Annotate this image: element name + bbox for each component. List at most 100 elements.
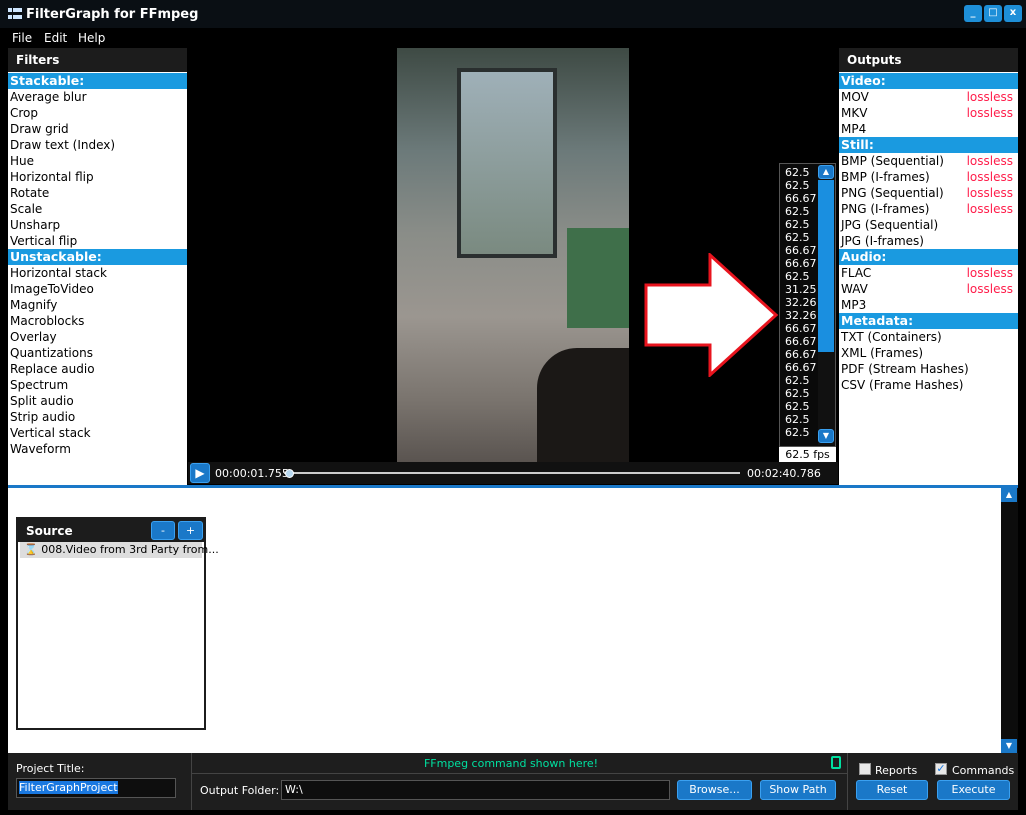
item-label: Overlay bbox=[10, 330, 57, 344]
frame-rate-item[interactable]: 66.67 bbox=[780, 257, 820, 270]
minimize-button[interactable]: _ bbox=[964, 5, 982, 22]
filter-item-magnify[interactable]: Magnify bbox=[8, 297, 187, 313]
frame-rate-item[interactable]: 62.5 bbox=[780, 179, 820, 192]
filter-item-horizontal-flip[interactable]: Horizontal flip bbox=[8, 169, 187, 185]
frame-rate-item[interactable]: 66.67 bbox=[780, 348, 820, 361]
frame-rate-item[interactable]: 62.5 bbox=[780, 166, 820, 179]
play-button[interactable]: ▶ bbox=[190, 463, 210, 483]
output-item-jpg-i-frames[interactable]: JPG (I-frames) bbox=[839, 233, 1018, 249]
source-node[interactable]: Source - + ⌛ 008.Video from 3rd Party fr… bbox=[16, 517, 219, 730]
source-item[interactable]: ⌛ 008.Video from 3rd Party from... bbox=[20, 542, 219, 558]
category-metadata: Metadata: bbox=[839, 313, 1018, 329]
item-label: JPG (Sequential) bbox=[841, 218, 939, 232]
frame-rate-item[interactable]: 62.5 bbox=[780, 218, 820, 231]
frame-rate-item[interactable]: 62.5 bbox=[780, 270, 820, 283]
item-label: MP4 bbox=[841, 122, 867, 136]
filter-item-replace-audio[interactable]: Replace audio bbox=[8, 361, 187, 377]
output-item-mp3[interactable]: MP3 bbox=[839, 297, 1018, 313]
seek-slider[interactable] bbox=[284, 472, 740, 474]
output-item-mkv[interactable]: MKV lossless bbox=[839, 105, 1018, 121]
output-item-bmp-sequential[interactable]: BMP (Sequential) lossless bbox=[839, 153, 1018, 169]
filter-item-spectrum[interactable]: Spectrum bbox=[8, 377, 187, 393]
filter-item-hue[interactable]: Hue bbox=[8, 153, 187, 169]
output-item-mov[interactable]: MOV lossless bbox=[839, 89, 1018, 105]
current-time: 00:00:01.755 bbox=[215, 467, 289, 480]
copy-icon[interactable] bbox=[831, 756, 841, 769]
output-folder-input[interactable]: W:\ bbox=[281, 780, 670, 800]
frame-rate-item[interactable]: 66.67 bbox=[780, 322, 820, 335]
output-item-jpg-sequential[interactable]: JPG (Sequential) bbox=[839, 217, 1018, 233]
output-item-txt-containers[interactable]: TXT (Containers) bbox=[839, 329, 1018, 345]
frame-rate-list[interactable]: 62.5 62.5 66.67 62.5 62.5 62.5 66.67 66.67 62.5 3… bbox=[779, 163, 836, 447]
filter-item-macroblocks[interactable]: Macroblocks bbox=[8, 313, 187, 329]
playback-bar: ▶ 00:00:01.755 00:02:40.786 bbox=[188, 462, 838, 484]
menu-help[interactable]: Help bbox=[78, 31, 105, 45]
frame-rate-item[interactable]: 62.5 bbox=[780, 387, 820, 400]
filter-item-vertical-flip[interactable]: Vertical flip bbox=[8, 233, 187, 249]
filter-item-vertical-stack[interactable]: Vertical stack bbox=[8, 425, 187, 441]
canvas-scrollbar[interactable]: ▲ ▼ bbox=[1001, 488, 1018, 753]
filter-item-imagetovideo[interactable]: ImageToVideo bbox=[8, 281, 187, 297]
scroll-down-button[interactable]: ▼ bbox=[1001, 739, 1017, 753]
browse-button[interactable]: Browse... bbox=[677, 780, 752, 800]
frame-rate-item[interactable]: 32.26 bbox=[780, 309, 820, 322]
output-item-csv-frame-hashes[interactable]: CSV (Frame Hashes) bbox=[839, 377, 1018, 393]
filter-item-overlay[interactable]: Overlay bbox=[8, 329, 187, 345]
reports-checkbox[interactable] bbox=[859, 763, 871, 775]
menu-file[interactable]: File bbox=[12, 31, 32, 45]
filter-item-average-blur[interactable]: Average blur bbox=[8, 89, 187, 105]
bottom-bar: Project Title: FilterGraphProject FFmpeg… bbox=[8, 753, 1018, 810]
scroll-up-button[interactable]: ▲ bbox=[1001, 488, 1017, 502]
frame-rate-item[interactable]: 62.5 bbox=[780, 426, 820, 439]
filter-item-unsharp[interactable]: Unsharp bbox=[8, 217, 187, 233]
filter-item-strip-audio[interactable]: Strip audio bbox=[8, 409, 187, 425]
project-title-input[interactable]: FilterGraphProject bbox=[16, 778, 176, 798]
frame-rate-item[interactable]: 66.67 bbox=[780, 192, 820, 205]
frame-rate-item[interactable]: 66.67 bbox=[780, 335, 820, 348]
frame-rate-item[interactable]: 32.26 bbox=[780, 296, 820, 309]
output-item-png-i-frames[interactable]: PNG (I-frames) lossless bbox=[839, 201, 1018, 217]
output-item-png-sequential[interactable]: PNG (Sequential) lossless bbox=[839, 185, 1018, 201]
frame-rate-item[interactable]: 66.67 bbox=[780, 361, 820, 374]
filter-item-waveform[interactable]: Waveform bbox=[8, 441, 187, 457]
show-path-button[interactable]: Show Path bbox=[760, 780, 836, 800]
output-item-mp4[interactable]: MP4 bbox=[839, 121, 1018, 137]
filter-item-scale[interactable]: Scale bbox=[8, 201, 187, 217]
commands-checkbox[interactable]: ✓ bbox=[935, 763, 947, 775]
filter-item-draw-grid[interactable]: Draw grid bbox=[8, 121, 187, 137]
video-preview: 62.5 62.5 66.67 62.5 62.5 62.5 66.67 66.67 62.5 3… bbox=[188, 48, 838, 462]
reset-button[interactable]: Reset bbox=[856, 780, 928, 800]
output-item-flac[interactable]: FLAC lossless bbox=[839, 265, 1018, 281]
output-item-wav[interactable]: WAV lossless bbox=[839, 281, 1018, 297]
filter-item-horizontal-stack[interactable]: Horizontal stack bbox=[8, 265, 187, 281]
maximize-button[interactable]: □ bbox=[984, 5, 1002, 22]
filter-item-crop[interactable]: Crop bbox=[8, 105, 187, 121]
output-item-bmp-i-frames[interactable]: BMP (I-frames) lossless bbox=[839, 169, 1018, 185]
menu-edit[interactable]: Edit bbox=[44, 31, 67, 45]
frame-rate-item[interactable]: 62.5 bbox=[780, 231, 820, 244]
filter-item-split-audio[interactable]: Split audio bbox=[8, 393, 187, 409]
window-title: FilterGraph for FFmpeg bbox=[26, 7, 199, 22]
frame-rate-item[interactable]: 66.67 bbox=[780, 244, 820, 257]
close-button[interactable]: x bbox=[1004, 5, 1022, 22]
output-item-xml-frames[interactable]: XML (Frames) bbox=[839, 345, 1018, 361]
frame-rate-item[interactable]: 62.5 bbox=[780, 205, 820, 218]
item-label: MOV bbox=[841, 90, 869, 104]
graph-canvas[interactable]: ▲ ▼ Source - + ⌛ 008.Video from 3rd Part… bbox=[8, 485, 1018, 753]
filter-item-quantizations[interactable]: Quantizations bbox=[8, 345, 187, 361]
source-remove-button[interactable]: - bbox=[151, 521, 175, 540]
seek-thumb[interactable] bbox=[285, 469, 295, 478]
frame-rate-item[interactable]: 31.25 bbox=[780, 283, 820, 296]
filter-item-draw-text-index[interactable]: Draw text (Index) bbox=[8, 137, 187, 153]
frame-list-scrollbar[interactable]: ▲ ▼ bbox=[818, 165, 835, 445]
filter-item-rotate[interactable]: Rotate bbox=[8, 185, 187, 201]
frame-rate-item[interactable]: 62.5 bbox=[780, 400, 820, 413]
scroll-up-button[interactable]: ▲ bbox=[818, 165, 834, 179]
output-item-pdf-stream-hashes[interactable]: PDF (Stream Hashes) bbox=[839, 361, 1018, 377]
frame-rate-item[interactable]: 62.5 bbox=[780, 413, 820, 426]
source-add-button[interactable]: + bbox=[178, 521, 203, 540]
frame-rate-item[interactable]: 62.5 bbox=[780, 374, 820, 387]
scroll-thumb[interactable] bbox=[818, 180, 834, 352]
scroll-down-button[interactable]: ▼ bbox=[818, 429, 834, 443]
execute-button[interactable]: Execute bbox=[937, 780, 1010, 800]
